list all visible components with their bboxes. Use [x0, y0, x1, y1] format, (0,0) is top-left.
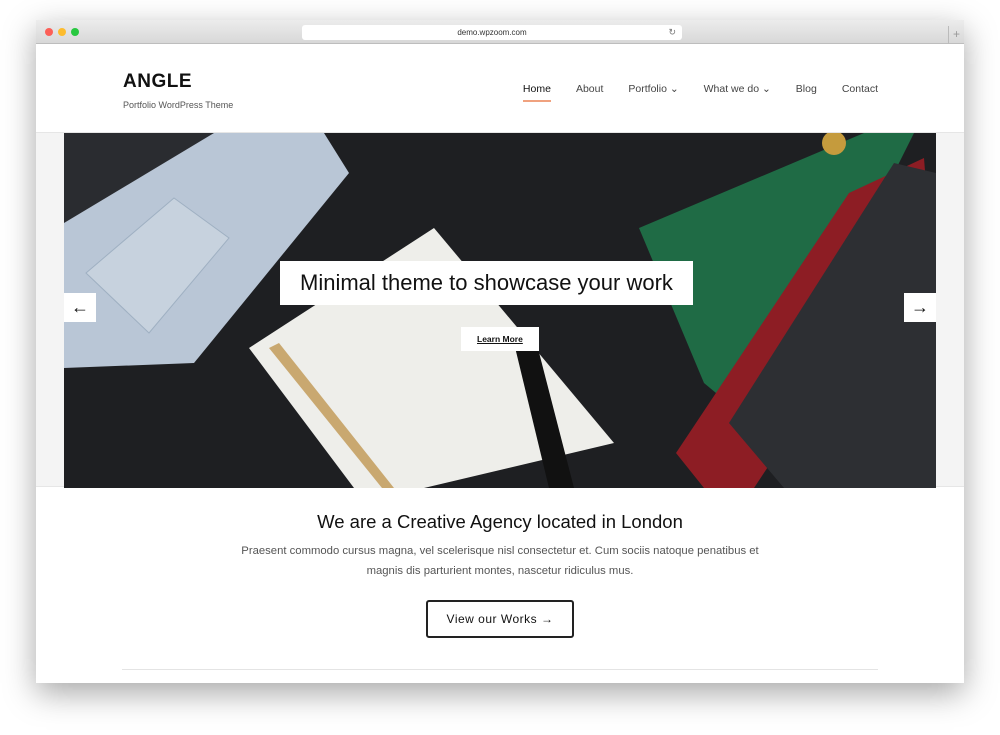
view-works-button[interactable]: View our Works →	[426, 600, 574, 638]
nav-portfolio[interactable]: Portfolio ⌄	[628, 83, 678, 95]
nav-about[interactable]: About	[576, 83, 603, 95]
address-bar[interactable]: demo.wpzoom.com ↻	[302, 25, 682, 40]
intro-heading: We are a Creative Agency located in Lond…	[317, 511, 683, 532]
nav-blog[interactable]: Blog	[796, 83, 817, 95]
reload-icon[interactable]: ↻	[668, 25, 676, 40]
nav-what-we-do[interactable]: What we do ⌄	[704, 83, 771, 95]
url-text: demo.wpzoom.com	[457, 28, 527, 37]
hero-background-image	[64, 133, 936, 488]
site-logo[interactable]: ANGLE	[123, 71, 192, 93]
hero-title: Minimal theme to showcase your work	[280, 261, 693, 305]
nav-contact[interactable]: Contact	[842, 83, 878, 95]
learn-more-button[interactable]: Learn More	[461, 327, 539, 351]
intro-text: Praesent commodo cursus magna, vel scele…	[241, 545, 759, 577]
hero-slide: Minimal theme to showcase your work Lear…	[64, 133, 936, 488]
maximize-window-icon[interactable]	[71, 28, 79, 36]
nav-home[interactable]: Home	[522, 83, 551, 102]
site-header: ANGLE Portfolio WordPress Theme Home Abo…	[36, 44, 964, 132]
close-window-icon[interactable]	[45, 28, 53, 36]
browser-titlebar: demo.wpzoom.com ↻ +	[36, 20, 964, 44]
main-nav: Home About Portfolio ⌄ What we do ⌄ Blog…	[522, 83, 878, 102]
section-divider	[122, 669, 878, 670]
browser-window: demo.wpzoom.com ↻ + ANGLE Portfolio WordP…	[36, 20, 964, 683]
site-tagline: Portfolio WordPress Theme	[123, 100, 234, 110]
hero-slider: Minimal theme to showcase your work Lear…	[36, 132, 964, 488]
new-tab-button[interactable]: +	[948, 26, 964, 44]
minimize-window-icon[interactable]	[58, 28, 66, 36]
next-slide-arrow-icon[interactable]: →	[904, 293, 936, 322]
prev-slide-arrow-icon[interactable]: ←	[64, 293, 96, 322]
